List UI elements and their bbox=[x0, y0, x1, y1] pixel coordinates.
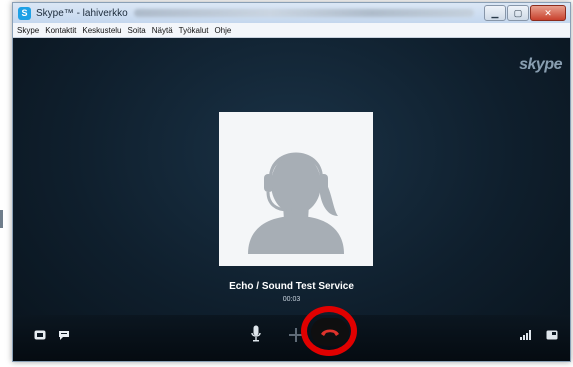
menu-contacts[interactable]: Kontaktit bbox=[45, 26, 76, 35]
headset-person-icon bbox=[248, 152, 344, 254]
menu-help[interactable]: Ohje bbox=[214, 26, 231, 35]
menu-conversation[interactable]: Keskustelu bbox=[82, 26, 121, 35]
window-controls: ▁ ▢ ✕ bbox=[484, 5, 566, 21]
fullscreen-button[interactable] bbox=[545, 328, 559, 342]
fullscreen-icon bbox=[546, 330, 558, 340]
dialpad-button[interactable] bbox=[33, 328, 47, 342]
microphone-button[interactable] bbox=[249, 324, 263, 344]
chat-button[interactable] bbox=[57, 328, 71, 342]
signal-icon bbox=[520, 330, 531, 340]
call-stage: skype Echo / Sound Test Service 00:03 bbox=[13, 38, 570, 361]
maximize-button[interactable]: ▢ bbox=[507, 5, 529, 21]
contact-avatar bbox=[219, 112, 373, 266]
close-button[interactable]: ✕ bbox=[530, 5, 566, 21]
menu-bar: Skype Kontaktit Keskustelu Soita Näytä T… bbox=[13, 23, 570, 38]
menu-skype[interactable]: Skype bbox=[17, 26, 39, 35]
caller-name: Echo / Sound Test Service bbox=[229, 281, 354, 292]
highlight-ring bbox=[301, 306, 357, 356]
call-duration: 00:03 bbox=[282, 296, 301, 303]
dialpad-icon bbox=[34, 330, 46, 340]
minimize-button[interactable]: ▁ bbox=[484, 5, 506, 21]
menu-view[interactable]: Näytä bbox=[152, 26, 173, 35]
skype-logo: skype bbox=[519, 56, 562, 73]
blurred-title-text bbox=[133, 9, 474, 17]
window-title: Skype™ - lahiverkko bbox=[36, 7, 128, 19]
menu-tools[interactable]: Työkalut bbox=[179, 26, 209, 35]
call-quality-button[interactable] bbox=[519, 328, 533, 342]
skype-app-icon: S bbox=[18, 6, 31, 20]
skype-window: S Skype™ - lahiverkko ▁ ▢ ✕ Skype Kontak… bbox=[12, 2, 571, 362]
chat-icon bbox=[59, 330, 69, 340]
menu-call[interactable]: Soita bbox=[128, 26, 146, 35]
microphone-icon bbox=[251, 325, 261, 342]
title-bar: S Skype™ - lahiverkko ▁ ▢ ✕ bbox=[13, 3, 570, 23]
left-edge-tab bbox=[0, 210, 3, 228]
